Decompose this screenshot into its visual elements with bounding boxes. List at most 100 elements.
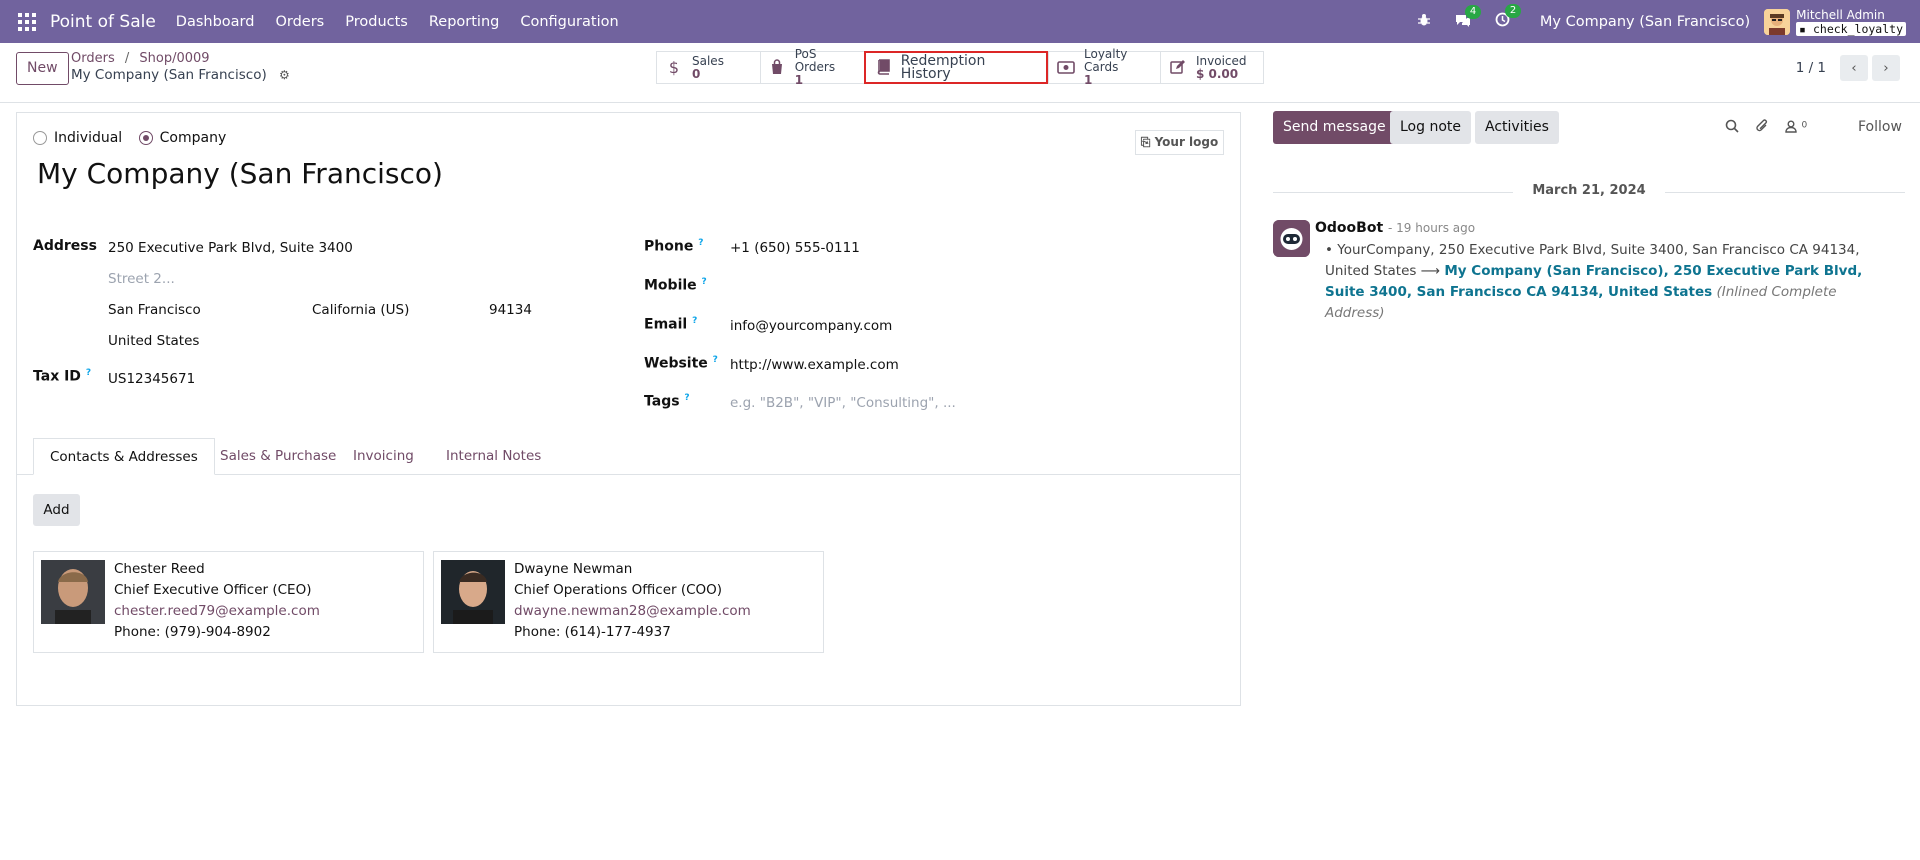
mobile-field[interactable]	[730, 277, 1030, 295]
phone-label: Phone ?	[644, 238, 704, 255]
contact-card[interactable]: Dwayne Newman Chief Operations Officer (…	[433, 551, 824, 653]
messages-badge: 4	[1464, 4, 1482, 19]
debug-bug-icon[interactable]	[1417, 13, 1431, 31]
author-name[interactable]: OdooBot	[1315, 220, 1383, 236]
loyalty-label: Loyalty Cards	[1084, 47, 1128, 74]
state-field[interactable]: California (US)	[312, 302, 409, 318]
radio-individual-circle[interactable]	[33, 131, 47, 145]
contact-name: Chester Reed	[114, 561, 205, 577]
edit-square-icon	[1169, 59, 1187, 76]
contact-name: Dwayne Newman	[514, 561, 633, 577]
company-switcher[interactable]: My Company (San Francisco)	[1540, 14, 1750, 30]
radio-individual[interactable]: Individual	[33, 130, 122, 146]
paperclip-icon[interactable]	[1755, 119, 1769, 137]
chevron-right-icon[interactable]: ›	[1872, 55, 1900, 81]
contact-phone: Phone: (614)-177-4937	[514, 624, 671, 640]
menu-configuration[interactable]: Configuration	[520, 14, 618, 30]
user-avatar[interactable]	[1764, 8, 1791, 35]
website-field[interactable]: http://www.example.com	[730, 357, 899, 373]
street2-field[interactable]: Street 2...	[108, 271, 175, 287]
radio-company-circle[interactable]	[138, 131, 153, 145]
tax-id-field[interactable]: US12345671	[108, 371, 195, 387]
user-name: Mitchell Admin	[1796, 7, 1885, 22]
menu-products[interactable]: Products	[345, 14, 408, 30]
pos-orders-smart-button[interactable]: PoS Orders 1	[760, 47, 864, 87]
database-name: ▪ check_loyalty	[1796, 21, 1906, 36]
message-time: - 19 hours ago	[1388, 221, 1476, 235]
app-name[interactable]: Point of Sale	[50, 12, 156, 32]
apps-menu-icon[interactable]	[18, 12, 36, 31]
activities-button[interactable]: Activities	[1475, 111, 1559, 144]
breadcrumb-shop[interactable]: Shop/0009	[139, 51, 209, 66]
redemption-history-smart-button[interactable]: Redemption History	[864, 51, 1048, 84]
pager: 1 / 1 ‹ ›	[1796, 55, 1900, 81]
breadcrumb-separator: /	[124, 51, 130, 66]
menu-dashboard[interactable]: Dashboard	[176, 14, 255, 30]
contact-email[interactable]: dwayne.newman28@example.com	[514, 603, 751, 619]
loyalty-cards-smart-button[interactable]: Loyalty Cards 1	[1048, 47, 1160, 87]
menu-orders[interactable]: Orders	[275, 14, 324, 30]
money-bill-icon	[1057, 60, 1075, 75]
mobile-label: Mobile ?	[644, 277, 707, 294]
tab-invoicing[interactable]: Invoicing	[337, 438, 430, 475]
email-field[interactable]: info@yourcompany.com	[730, 318, 892, 334]
chevron-left-icon[interactable]: ‹	[1840, 55, 1868, 81]
radio-company-label: Company	[159, 130, 227, 146]
notebook-tabs: Contacts & Addresses Sales & Purchase In…	[17, 438, 1240, 475]
form-sheet: Individual Company ⎘ Your logo My Compan…	[16, 112, 1241, 706]
followers-icon[interactable]: 0	[1785, 120, 1807, 137]
company-type-radios: Individual Company	[33, 130, 238, 149]
book-icon	[874, 59, 892, 76]
followers-count: 0	[1801, 119, 1808, 130]
send-message-button[interactable]: Send message	[1273, 111, 1396, 144]
city-field[interactable]: San Francisco	[108, 302, 201, 318]
your-logo-button[interactable]: ⎘ Your logo	[1135, 130, 1224, 155]
date-separator: March 21, 2024	[1273, 183, 1905, 198]
pager-value[interactable]: 1 / 1	[1796, 60, 1826, 76]
follow-button[interactable]: Follow	[1858, 119, 1902, 135]
country-field[interactable]: United States	[108, 333, 199, 349]
sales-label: Sales	[692, 53, 724, 68]
activities-clock-icon[interactable]: 2	[1495, 4, 1522, 31]
radio-company[interactable]: Company	[138, 130, 227, 146]
messages-icon[interactable]: 4	[1455, 4, 1482, 31]
redemption-history-label: Redemption History	[900, 52, 986, 82]
invoiced-smart-button[interactable]: Invoiced $ 0.00	[1160, 51, 1264, 84]
new-button[interactable]: New	[16, 52, 69, 85]
tracking-message: • YourCompany, 250 Executive Park Blvd, …	[1325, 242, 1863, 321]
contact-email[interactable]: chester.reed79@example.com	[114, 603, 320, 619]
search-icon[interactable]	[1725, 119, 1739, 137]
shopping-bag-icon	[769, 59, 786, 76]
chatter-toolbar-icons: 0	[1725, 119, 1807, 137]
street-field[interactable]: 250 Executive Park Blvd, Suite 3400	[108, 240, 353, 256]
breadcrumb-current: My Company (San Francisco)	[71, 67, 267, 83]
tab-internal-notes[interactable]: Internal Notes	[430, 438, 557, 475]
smart-buttons: $ Sales 0 PoS Orders 1 Redemption History …	[656, 47, 1264, 87]
gear-icon[interactable]: ⚙	[279, 68, 290, 82]
contact-card[interactable]: Chester Reed Chief Executive Officer (CE…	[33, 551, 424, 653]
pos-orders-label: PoS Orders	[794, 47, 836, 74]
tab-contacts-addresses[interactable]: Contacts & Addresses	[33, 438, 215, 475]
top-navbar: Point of Sale Dashboard Orders Products …	[0, 0, 1920, 43]
tax-id-label: Tax ID ?	[33, 368, 92, 385]
sales-smart-button[interactable]: $ Sales 0	[656, 51, 760, 84]
website-label: Website ?	[644, 355, 718, 372]
log-note-button[interactable]: Log note	[1390, 111, 1471, 144]
breadcrumb-orders[interactable]: Orders	[71, 51, 115, 66]
zip-field[interactable]: 94134	[489, 302, 532, 318]
sales-value: 0	[692, 66, 701, 81]
phone-field[interactable]: +1 (650) 555-0111	[730, 240, 860, 256]
company-name-field[interactable]: My Company (San Francisco)	[37, 157, 443, 190]
user-menu[interactable]: Mitchell Admin ▪ check_loyalty	[1796, 8, 1906, 36]
your-logo-label: Your logo	[1154, 135, 1219, 149]
contact-photo	[41, 560, 105, 624]
address-label: Address	[33, 238, 97, 254]
menu-reporting[interactable]: Reporting	[429, 14, 500, 30]
radio-individual-label: Individual	[54, 130, 123, 146]
contact-title: Chief Operations Officer (COO)	[514, 582, 723, 598]
tab-sales-purchase[interactable]: Sales & Purchase	[204, 438, 352, 475]
tags-field[interactable]: e.g. "B2B", "VIP", "Consulting", ...	[730, 395, 956, 411]
contact-phone: Phone: (979)-904-8902	[114, 624, 271, 640]
add-contact-button[interactable]: Add	[33, 494, 80, 526]
contact-photo	[441, 560, 505, 624]
